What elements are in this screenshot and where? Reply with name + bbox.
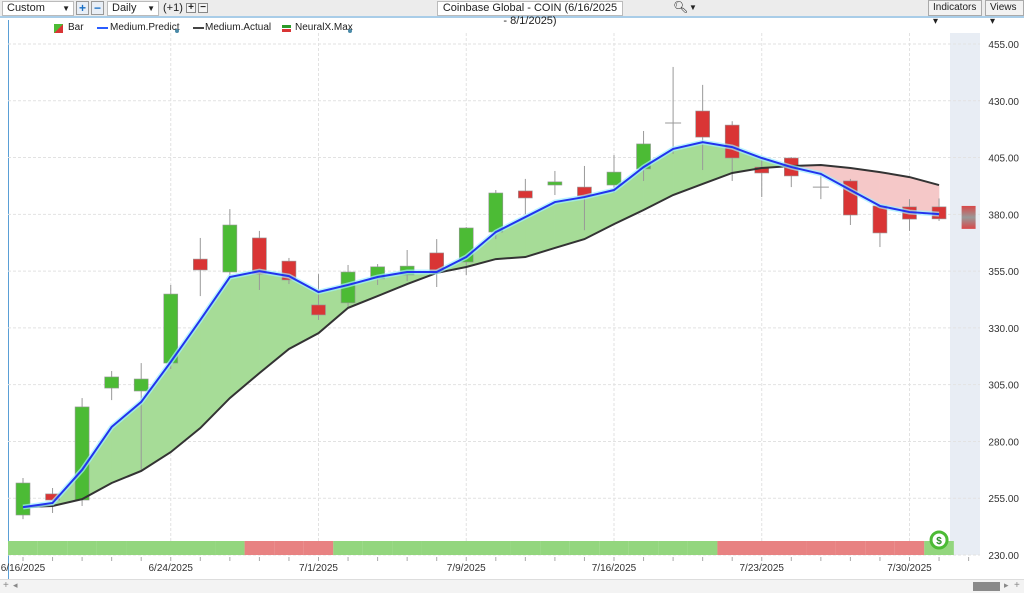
bar-legend-icon: [54, 24, 63, 33]
y-tick-label: 380.00: [988, 210, 1019, 221]
signal-segment: [96, 541, 127, 555]
scroll-left-icon[interactable]: ◂: [13, 580, 18, 591]
candle-body: [133, 378, 149, 392]
signal-segment: [362, 541, 393, 555]
signal-segment: [746, 541, 777, 555]
signal-segment: [37, 541, 68, 555]
signal-segment: [806, 541, 836, 555]
candle-body: [311, 304, 326, 316]
candle-body: [222, 224, 238, 273]
x-tick-label: 7/30/2025: [887, 563, 932, 574]
signal-segment: [599, 541, 629, 555]
y-tick-label: 280.00: [988, 437, 1019, 448]
legend-bar[interactable]: Bar: [68, 22, 84, 33]
y-tick-label: 455.00: [988, 40, 1019, 51]
y-tick-label: 405.00: [988, 154, 1019, 165]
signal-segment: [185, 541, 216, 555]
horizontal-scrollbar[interactable]: + ◂ ▸ +: [0, 579, 1024, 593]
signal-segment: [540, 541, 570, 555]
scrollbar-thumb[interactable]: [973, 582, 1000, 591]
legend-neural[interactable]: NeuralX.Max: [295, 22, 353, 33]
candle-body: [104, 376, 119, 389]
y-tick-label: 305.00: [988, 381, 1019, 392]
signal-segment: [244, 541, 275, 555]
scroll-right-icon[interactable]: ▸: [1004, 580, 1009, 591]
x-tick-label: 7/9/2025: [447, 563, 486, 574]
settings-dot-icon[interactable]: [348, 29, 352, 33]
signal-segment: [67, 541, 97, 555]
signal-segment: [776, 541, 807, 555]
signal-segment: [126, 541, 156, 555]
x-tick-label: 6/16/2025: [1, 563, 46, 574]
y-tick-label: 230.00: [988, 551, 1019, 562]
candle-body: [547, 181, 563, 186]
candle-body: [724, 124, 740, 159]
signal-segment: [628, 541, 659, 555]
signal-segment: [658, 541, 688, 555]
signal-segment: [303, 541, 334, 555]
signal-segment: [687, 541, 718, 555]
candle-body: [872, 205, 888, 234]
settings-dot-icon[interactable]: [175, 29, 179, 33]
left-border: [8, 20, 9, 580]
candle-body: [193, 258, 208, 271]
signal-segment: [835, 541, 866, 555]
future-region: [950, 33, 980, 555]
signal-segment: [155, 541, 186, 555]
x-tick-label: 7/1/2025: [299, 563, 338, 574]
signal-segment: [481, 541, 511, 555]
signal-segment: [894, 541, 925, 555]
actual-line-icon: [193, 27, 204, 29]
candle-body: [695, 110, 710, 138]
signal-segment: [510, 541, 541, 555]
x-tick-label: 7/16/2025: [592, 563, 637, 574]
signal-segment: [421, 541, 452, 555]
expand-right-icon[interactable]: +: [1014, 580, 1020, 591]
band-fill: [229, 270, 260, 399]
legend-predict[interactable]: Medium.Predict: [110, 22, 179, 33]
x-tick-label: 7/23/2025: [740, 563, 785, 574]
signal-segment: [451, 541, 482, 555]
signal-segment: [333, 541, 363, 555]
y-tick-label: 330.00: [988, 324, 1019, 335]
price-chart[interactable]: 455.00 430.00 405.00 380.00 355.00 330.00 305.…: [0, 0, 1024, 593]
candle-body: [488, 192, 504, 233]
x-tick-label: 6/24/2025: [149, 563, 194, 574]
signal-segment: [215, 541, 245, 555]
predict-line-icon: [97, 27, 108, 29]
signal-segment: [569, 541, 600, 555]
expand-left-icon[interactable]: +: [3, 580, 9, 591]
y-tick-label: 355.00: [988, 267, 1019, 278]
candle-body: [518, 190, 533, 199]
signal-segment: [274, 541, 304, 555]
signal-segment: [8, 541, 38, 555]
y-tick-label: 430.00: [988, 97, 1019, 108]
candle-body: [15, 482, 31, 516]
band-fill: [259, 270, 290, 374]
y-tick-label: 255.00: [988, 494, 1019, 505]
signal-segment: [865, 541, 895, 555]
dollar-signal-label: $: [936, 536, 942, 547]
candle-body: [74, 406, 90, 501]
legend: Bar Medium.Predict Medium.Actual NeuralX…: [0, 22, 600, 36]
neural-legend-icon: [282, 25, 291, 32]
legend-actual[interactable]: Medium.Actual: [205, 22, 271, 33]
forecast-bar: [961, 205, 976, 229]
signal-segment: [392, 541, 422, 555]
signal-segment: [717, 541, 747, 555]
